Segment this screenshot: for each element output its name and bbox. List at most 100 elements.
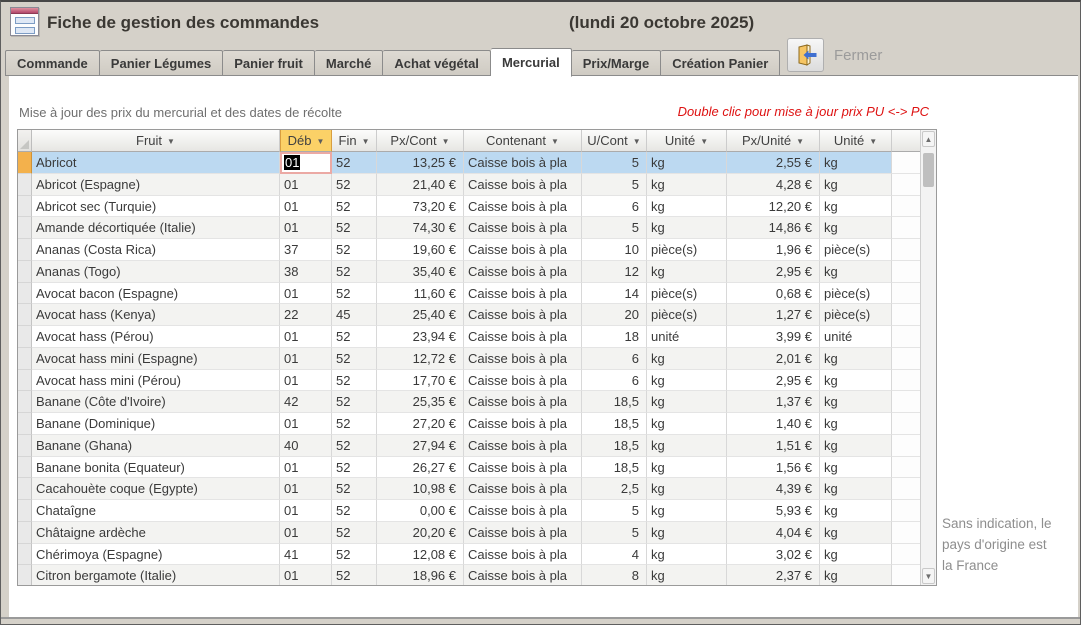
cell-fin[interactable]: 52 (332, 565, 377, 586)
row-selector[interactable] (18, 217, 32, 239)
cell-deb[interactable]: 40 (280, 435, 332, 457)
cell-unite[interactable]: kg (647, 435, 727, 457)
cell-u_cont[interactable]: 8 (582, 565, 647, 586)
cell-unite[interactable]: kg (647, 196, 727, 218)
cell-fin[interactable]: 52 (332, 217, 377, 239)
cell-unite2[interactable]: kg (820, 261, 892, 283)
column-dropdown-icon[interactable]: ▼ (362, 137, 370, 146)
row-selector[interactable] (18, 391, 32, 413)
active-edit-cell[interactable]: 01 (280, 152, 332, 174)
column-header-unite2[interactable]: Unité▼ (820, 130, 892, 152)
cell-deb[interactable]: 01 (280, 413, 332, 435)
cell-unite[interactable]: kg (647, 413, 727, 435)
cell-u_cont[interactable]: 2,5 (582, 478, 647, 500)
cell-fruit[interactable]: Avocat hass mini (Espagne) (32, 348, 280, 370)
column-header-unite[interactable]: Unité▼ (647, 130, 727, 152)
vertical-scrollbar[interactable]: ▲ ▼ (920, 130, 936, 585)
cell-contenant[interactable]: Caisse bois à pla (464, 348, 582, 370)
cell-unite2[interactable]: pièce(s) (820, 283, 892, 305)
cell-px_cont[interactable]: 25,40 € (377, 304, 464, 326)
cell-fruit[interactable]: Avocat hass mini (Pérou) (32, 370, 280, 392)
cell-fin[interactable]: 52 (332, 391, 377, 413)
cell-fin[interactable]: 52 (332, 478, 377, 500)
row-selector[interactable] (18, 478, 32, 500)
cell-deb[interactable]: 22 (280, 304, 332, 326)
cell-unite2[interactable]: kg (820, 435, 892, 457)
row-selector[interactable] (18, 261, 32, 283)
cell-unite2[interactable]: kg (820, 544, 892, 566)
cell-px_cont[interactable]: 12,08 € (377, 544, 464, 566)
row-selector[interactable] (18, 457, 32, 479)
cell-px_cont[interactable]: 25,35 € (377, 391, 464, 413)
cell-px_unite[interactable]: 14,86 € (727, 217, 820, 239)
cell-fin[interactable]: 52 (332, 152, 377, 174)
cell-u_cont[interactable]: 5 (582, 152, 647, 174)
cell-fin[interactable]: 52 (332, 239, 377, 261)
cell-unite2[interactable]: unité (820, 326, 892, 348)
cell-unite[interactable]: kg (647, 565, 727, 586)
cell-unite[interactable]: kg (647, 174, 727, 196)
cell-fin[interactable]: 52 (332, 348, 377, 370)
cell-px_cont[interactable]: 73,20 € (377, 196, 464, 218)
cell-px_cont[interactable]: 0,00 € (377, 500, 464, 522)
cell-fruit[interactable]: Citron bergamote (Italie) (32, 565, 280, 586)
cell-fin[interactable]: 52 (332, 413, 377, 435)
cell-u_cont[interactable]: 18,5 (582, 391, 647, 413)
cell-fruit[interactable]: Châtaigne ardèche (32, 522, 280, 544)
cell-unite2[interactable]: kg (820, 565, 892, 586)
cell-contenant[interactable]: Caisse bois à pla (464, 174, 582, 196)
cell-px_cont[interactable]: 74,30 € (377, 217, 464, 239)
cell-u_cont[interactable]: 12 (582, 261, 647, 283)
cell-unite2[interactable]: kg (820, 152, 892, 174)
select-all-corner[interactable] (18, 130, 32, 152)
cell-fruit[interactable]: Avocat hass (Kenya) (32, 304, 280, 326)
cell-px_unite[interactable]: 12,20 € (727, 196, 820, 218)
cell-u_cont[interactable]: 5 (582, 522, 647, 544)
cell-contenant[interactable]: Caisse bois à pla (464, 304, 582, 326)
cell-u_cont[interactable]: 14 (582, 283, 647, 305)
row-selector[interactable] (18, 239, 32, 261)
cell-unite2[interactable]: kg (820, 522, 892, 544)
row-selector[interactable] (18, 370, 32, 392)
cell-contenant[interactable]: Caisse bois à pla (464, 217, 582, 239)
cell-fruit[interactable]: Avocat hass (Pérou) (32, 326, 280, 348)
tab-prix-marge[interactable]: Prix/Marge (572, 50, 661, 76)
cell-fruit[interactable]: Banane bonita (Equateur) (32, 457, 280, 479)
cell-px_unite[interactable]: 3,99 € (727, 326, 820, 348)
cell-unite[interactable]: kg (647, 478, 727, 500)
tab-mercurial[interactable]: Mercurial (491, 48, 572, 77)
cell-deb[interactable]: 01 (280, 565, 332, 586)
cell-deb[interactable]: 01 (280, 217, 332, 239)
cell-unite[interactable]: kg (647, 391, 727, 413)
cell-unite2[interactable]: kg (820, 174, 892, 196)
cell-px_cont[interactable]: 11,60 € (377, 283, 464, 305)
column-dropdown-icon[interactable]: ▼ (316, 137, 324, 146)
cell-deb[interactable]: 01 (280, 370, 332, 392)
cell-fin[interactable]: 52 (332, 435, 377, 457)
cell-fruit[interactable]: Banane (Dominique) (32, 413, 280, 435)
close-form-button[interactable] (787, 38, 824, 72)
row-selector[interactable] (18, 283, 32, 305)
cell-deb[interactable]: 01 (280, 500, 332, 522)
cell-fin[interactable]: 52 (332, 174, 377, 196)
cell-u_cont[interactable]: 4 (582, 544, 647, 566)
tab-marche[interactable]: Marché (315, 50, 384, 76)
column-header-px_cont[interactable]: Px/Cont▼ (377, 130, 464, 152)
cell-unite2[interactable]: pièce(s) (820, 239, 892, 261)
column-dropdown-icon[interactable]: ▼ (869, 137, 877, 146)
cell-px_unite[interactable]: 4,04 € (727, 522, 820, 544)
cell-px_cont[interactable]: 18,96 € (377, 565, 464, 586)
cell-u_cont[interactable]: 6 (582, 348, 647, 370)
cell-contenant[interactable]: Caisse bois à pla (464, 283, 582, 305)
cell-fin[interactable]: 52 (332, 326, 377, 348)
cell-fruit[interactable]: Cacahouète coque (Egypte) (32, 478, 280, 500)
scroll-up-button[interactable]: ▲ (922, 131, 935, 147)
cell-px_cont[interactable]: 17,70 € (377, 370, 464, 392)
cell-contenant[interactable]: Caisse bois à pla (464, 261, 582, 283)
cell-fin[interactable]: 52 (332, 370, 377, 392)
cell-deb[interactable]: 42 (280, 391, 332, 413)
cell-fruit[interactable]: Ananas (Costa Rica) (32, 239, 280, 261)
cell-fruit[interactable]: Amande décortiquée (Italie) (32, 217, 280, 239)
cell-contenant[interactable]: Caisse bois à pla (464, 500, 582, 522)
row-selector[interactable] (18, 174, 32, 196)
